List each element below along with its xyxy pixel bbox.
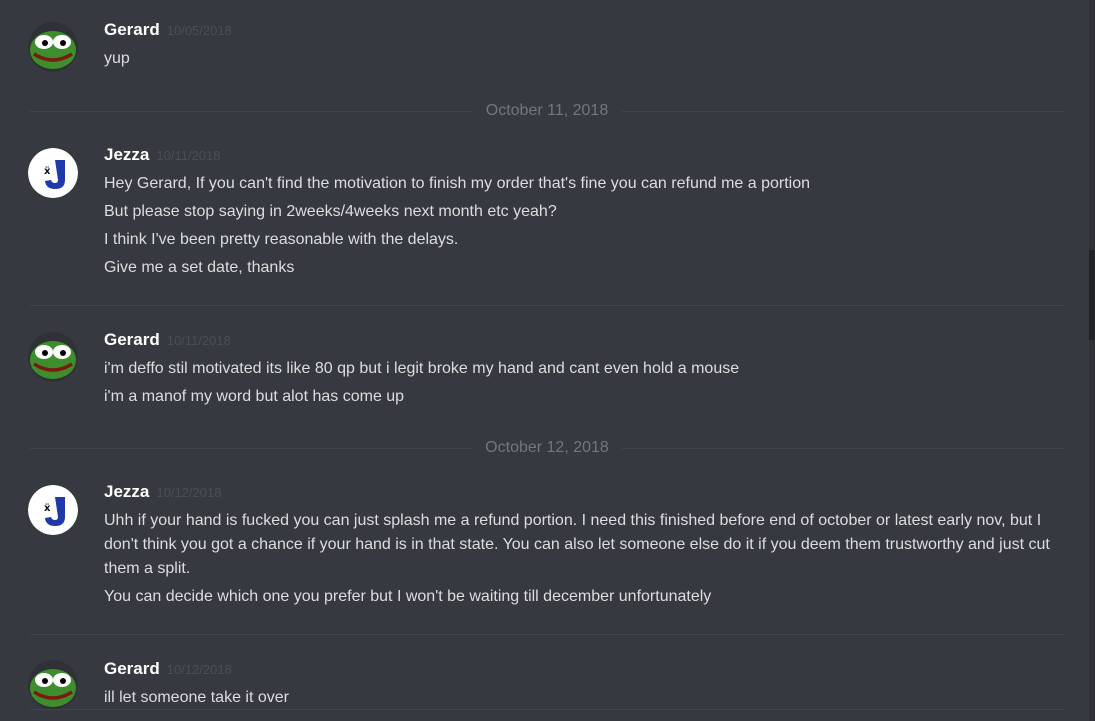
message-header: Gerard 10/05/2018 [104,20,232,46]
date-divider: October 11, 2018 [30,101,1064,121]
timestamp: 10/12/2018 [166,662,232,677]
message-separator [30,305,1064,306]
scrollbar-track[interactable] [1089,0,1095,721]
username[interactable]: Gerard [104,20,160,40]
message-header: Jezza 10/12/2018 [104,482,221,508]
message-header: Jezza 10/11/2018 [104,145,220,171]
chat-messages: Gerard 10/05/2018 yup October 11, 2018 ẍ… [0,0,1089,721]
message-header: Gerard 10/11/2018 [104,330,231,356]
message-separator [30,709,1064,710]
letter-j-avatar-icon[interactable]: ẍ [28,148,78,198]
message-header: Gerard 10/12/2018 [104,659,232,685]
date-divider: October 12, 2018 [30,438,1064,458]
svg-text:ẍ: ẍ [44,503,51,514]
message-text: Give me a set date, thanks [104,259,295,276]
svg-text:ẍ: ẍ [44,166,51,177]
timestamp: 10/05/2018 [166,23,232,38]
message-text: i'm a manof my word but alot has come up [104,388,405,405]
message-text: ill let someone take it over [104,689,289,706]
username[interactable]: Jezza [104,145,149,165]
username[interactable]: Gerard [104,659,160,679]
message-separator [30,634,1064,635]
username[interactable]: Jezza [104,482,149,502]
letter-j-avatar-icon[interactable]: ẍ [28,485,78,535]
message-text: But please stop saying in 2weeks/4weeks … [104,203,557,220]
scrollbar-thumb[interactable] [1089,250,1095,340]
message-text: i'm deffo stil motivated its like 80 qp … [104,360,740,377]
message-text: I think I've been pretty reasonable with… [104,231,459,248]
pepe-avatar-icon[interactable] [28,332,78,382]
timestamp: 10/11/2018 [166,333,231,348]
message-text: yup [104,50,130,67]
message-text: Uhh if your hand is fucked you can just … [104,512,1050,577]
pepe-avatar-icon[interactable] [28,22,78,72]
pepe-avatar-icon[interactable] [28,660,78,710]
timestamp: 10/12/2018 [156,485,222,500]
message-text: You can decide which one you prefer but … [104,588,712,605]
timestamp: 10/11/2018 [156,148,221,163]
username[interactable]: Gerard [104,330,160,350]
message-text: Hey Gerard, If you can't find the motiva… [104,175,811,192]
